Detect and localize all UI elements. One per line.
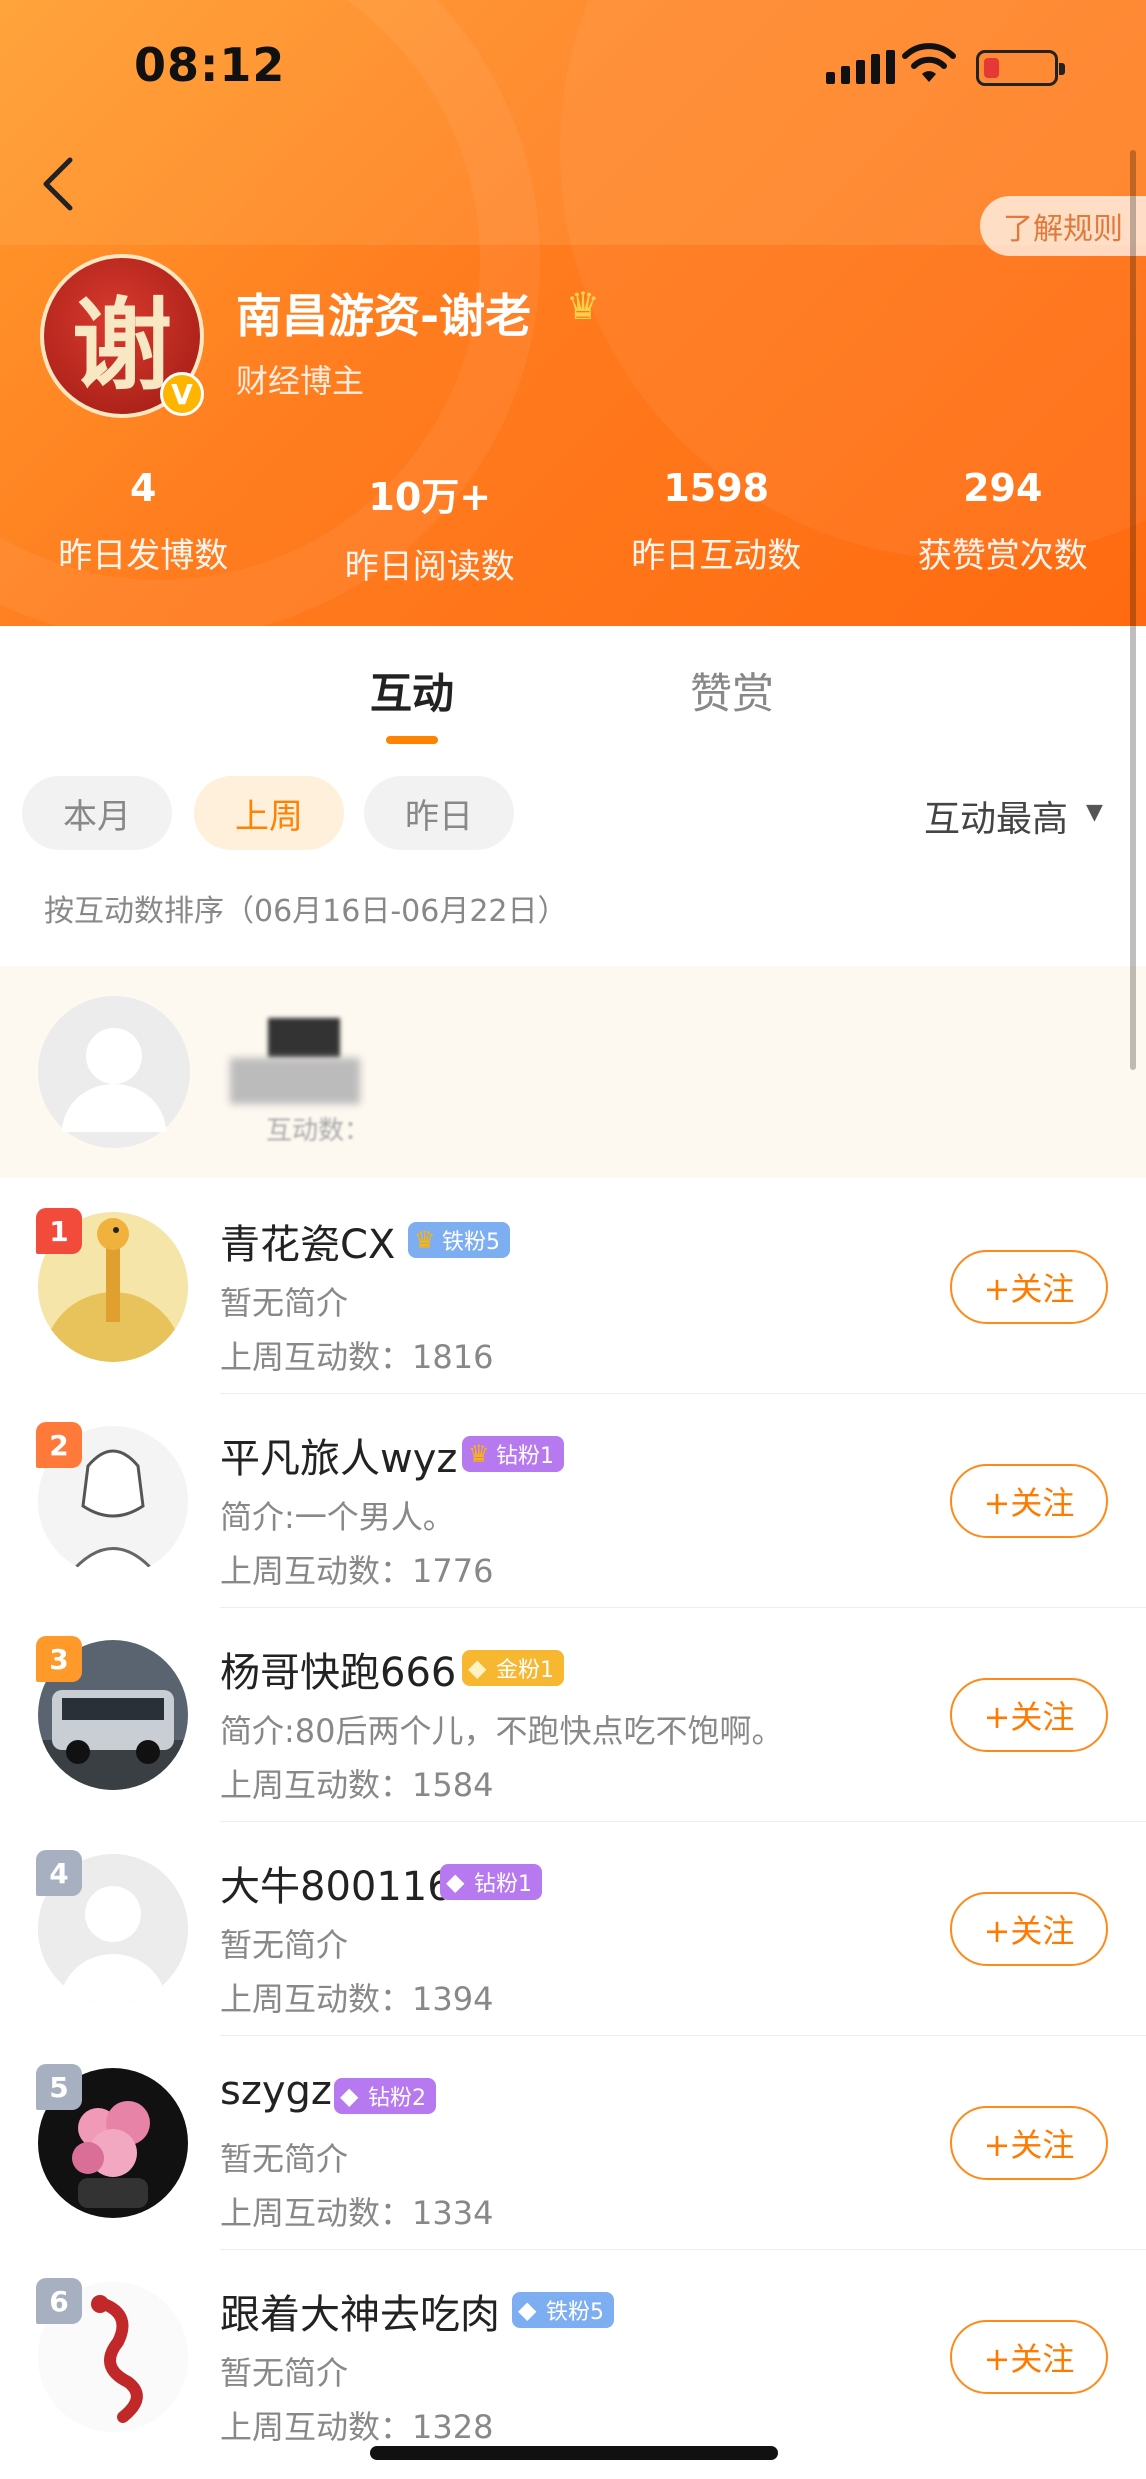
fan-badge-label: 铁粉5 [546, 2300, 604, 2325]
follow-button[interactable]: +关注 [950, 2320, 1108, 2394]
profile-header: 08:12 了解规则 谢 V 南昌游资-谢老 ♛ 财经博主 4 昨日发博数 10… [0, 0, 1146, 626]
fan-badge-label: 铁粉5 [442, 1230, 500, 1255]
scrollbar[interactable] [1130, 150, 1136, 1070]
stat-label: 昨日阅读数 [344, 547, 515, 587]
stat-value: 10万+ [368, 475, 492, 519]
home-indicator[interactable] [370, 2446, 778, 2460]
profile-name: 南昌游资-谢老 [236, 289, 532, 343]
pixelated-name [230, 1058, 360, 1104]
stat-posts: 4 昨日发博数 [0, 466, 287, 588]
fan-badge: ♛ 铁粉5 [408, 1222, 510, 1258]
verified-badge-icon: V [160, 372, 204, 416]
page: 08:12 了解规则 谢 V 南昌游资-谢老 ♛ 财经博主 4 昨日发博数 10… [0, 0, 1146, 2479]
fan-badge: ♛ 钻粉1 [462, 1436, 564, 1472]
list-item[interactable]: 2 平凡旅人wyz ♛ 钻粉1 简介:一个男人。 上周互动数：1776 +关注 [0, 1394, 1146, 1608]
fan-badge-label: 金粉1 [496, 1658, 554, 1683]
stat-reads: 10万+ 昨日阅读数 [287, 466, 574, 588]
fan-badge: ◆ 金粉1 [462, 1650, 564, 1686]
list-item[interactable]: 1 青花瓷CX ♛ 铁粉5 暂无简介 上周互动数：1816 +关注 [0, 1180, 1146, 1394]
pixelated-name [268, 1018, 340, 1058]
follow-button[interactable]: +关注 [950, 1892, 1108, 1966]
user-bio: 暂无简介 [220, 1284, 349, 1322]
rank-badge: 2 [36, 1422, 82, 1468]
profile-role: 财经博主 [236, 362, 365, 400]
my-rank-row: 互动数： [0, 966, 1146, 1178]
user-bio: 简介:一个男人。 [220, 1498, 455, 1536]
status-time: 08:12 [134, 38, 286, 92]
user-bio: 简介:80后两个儿，不跑快点吃不饱啊。 [220, 1712, 784, 1750]
battery-icon [976, 50, 1065, 86]
my-avatar [38, 996, 190, 1148]
rank-badge: 4 [36, 1850, 82, 1896]
interaction-count: 上周互动数：1816 [220, 1338, 494, 1376]
interaction-count: 上周互动数：1776 [220, 1552, 494, 1590]
fan-badge-label: 钻粉1 [474, 1872, 532, 1897]
user-name[interactable]: 青花瓷CX [220, 1212, 395, 1270]
list-item[interactable]: 3 杨哥快跑666 ◆ 金粉1 简介:80后两个儿，不跑快点吃不饱啊。 上周互动数… [0, 1608, 1146, 1822]
filter-last-week[interactable]: 上周 [194, 776, 344, 850]
status-bar: 08:12 [0, 0, 1146, 130]
list-item[interactable]: 4 大牛800116 ◆ 钻粉1 暂无简介 上周互动数：1394 +关注 [0, 1822, 1146, 2036]
tab-bar: 互动 赞赏 [0, 626, 1146, 756]
fan-badge-label: 钻粉2 [368, 2086, 426, 2111]
filter-yesterday[interactable]: 昨日 [364, 776, 514, 850]
cellular-signal-icon [826, 50, 895, 84]
user-bio: 暂无简介 [220, 2354, 349, 2392]
fan-badge: ◆ 钻粉2 [334, 2078, 436, 2114]
user-name[interactable]: 平凡旅人wyz [220, 1426, 457, 1484]
wifi-icon [902, 43, 956, 82]
rules-button[interactable]: 了解规则 [980, 196, 1146, 256]
fan-badge-label: 钻粉1 [496, 1444, 554, 1469]
fan-badge: ◆ 铁粉5 [512, 2292, 614, 2328]
user-name[interactable]: 跟着大神去吃肉 [220, 2282, 500, 2340]
user-bio: 暂无简介 [220, 1926, 349, 1964]
tab-reward[interactable]: 赞赏 [690, 660, 774, 721]
follow-button[interactable]: +关注 [950, 1250, 1108, 1324]
user-bio: 暂无简介 [220, 2140, 349, 2178]
avatar-char: 谢 [72, 285, 172, 404]
sort-note: 按互动数排序（06月16日-06月22日） [44, 894, 568, 929]
rank-badge: 1 [36, 1208, 82, 1254]
tab-interaction[interactable]: 互动 [370, 660, 454, 721]
user-name[interactable]: 大牛800116 [220, 1854, 453, 1912]
stat-value: 4 [130, 466, 157, 510]
sort-dropdown[interactable]: 互动最高 [924, 790, 1068, 842]
stat-value: 294 [963, 466, 1043, 510]
my-count-label: 互动数： [266, 1116, 371, 1146]
interaction-count: 上周互动数：1394 [220, 1980, 494, 2018]
stat-label: 昨日发博数 [58, 536, 229, 576]
rank-badge: 5 [36, 2064, 82, 2110]
rank-badge: 3 [36, 1636, 82, 1682]
follow-button[interactable]: +关注 [950, 1678, 1108, 1752]
user-name[interactable]: 杨哥快跑666 [220, 1640, 456, 1698]
fan-badge: ◆ 钻粉1 [440, 1864, 542, 1900]
stat-interactions: 1598 昨日互动数 [573, 466, 860, 588]
filter-this-month[interactable]: 本月 [22, 776, 172, 850]
stat-label: 昨日互动数 [631, 536, 802, 576]
interaction-count: 上周互动数：1584 [220, 1766, 494, 1804]
follow-button[interactable]: +关注 [950, 2106, 1108, 2180]
follow-button[interactable]: +关注 [950, 1464, 1108, 1538]
rank-badge: 6 [36, 2278, 82, 2324]
interaction-count: 上周互动数：1334 [220, 2194, 494, 2232]
stats-row: 4 昨日发博数 10万+ 昨日阅读数 1598 昨日互动数 294 获赞赏次数 [0, 466, 1146, 588]
crown-icon: ♛ [566, 284, 601, 328]
stat-label: 获赞赏次数 [917, 536, 1088, 576]
list-item[interactable]: 6 跟着大神去吃肉 ◆ 铁粉5 暂无简介 上周互动数：1328 +关注 [0, 2250, 1146, 2464]
interaction-count: 上周互动数：1328 [220, 2408, 494, 2446]
list-item[interactable]: 5 szygz ◆ 钻粉2 暂无简介 上周互动数：1334 +关注 [0, 2036, 1146, 2250]
stat-value: 1598 [663, 466, 770, 510]
tab-indicator [386, 736, 438, 744]
back-icon[interactable] [28, 154, 88, 214]
caret-down-icon[interactable]: ▼ [1086, 800, 1103, 825]
user-name[interactable]: szygz [220, 2068, 332, 2114]
stat-rewards: 294 获赞赏次数 [860, 466, 1146, 588]
